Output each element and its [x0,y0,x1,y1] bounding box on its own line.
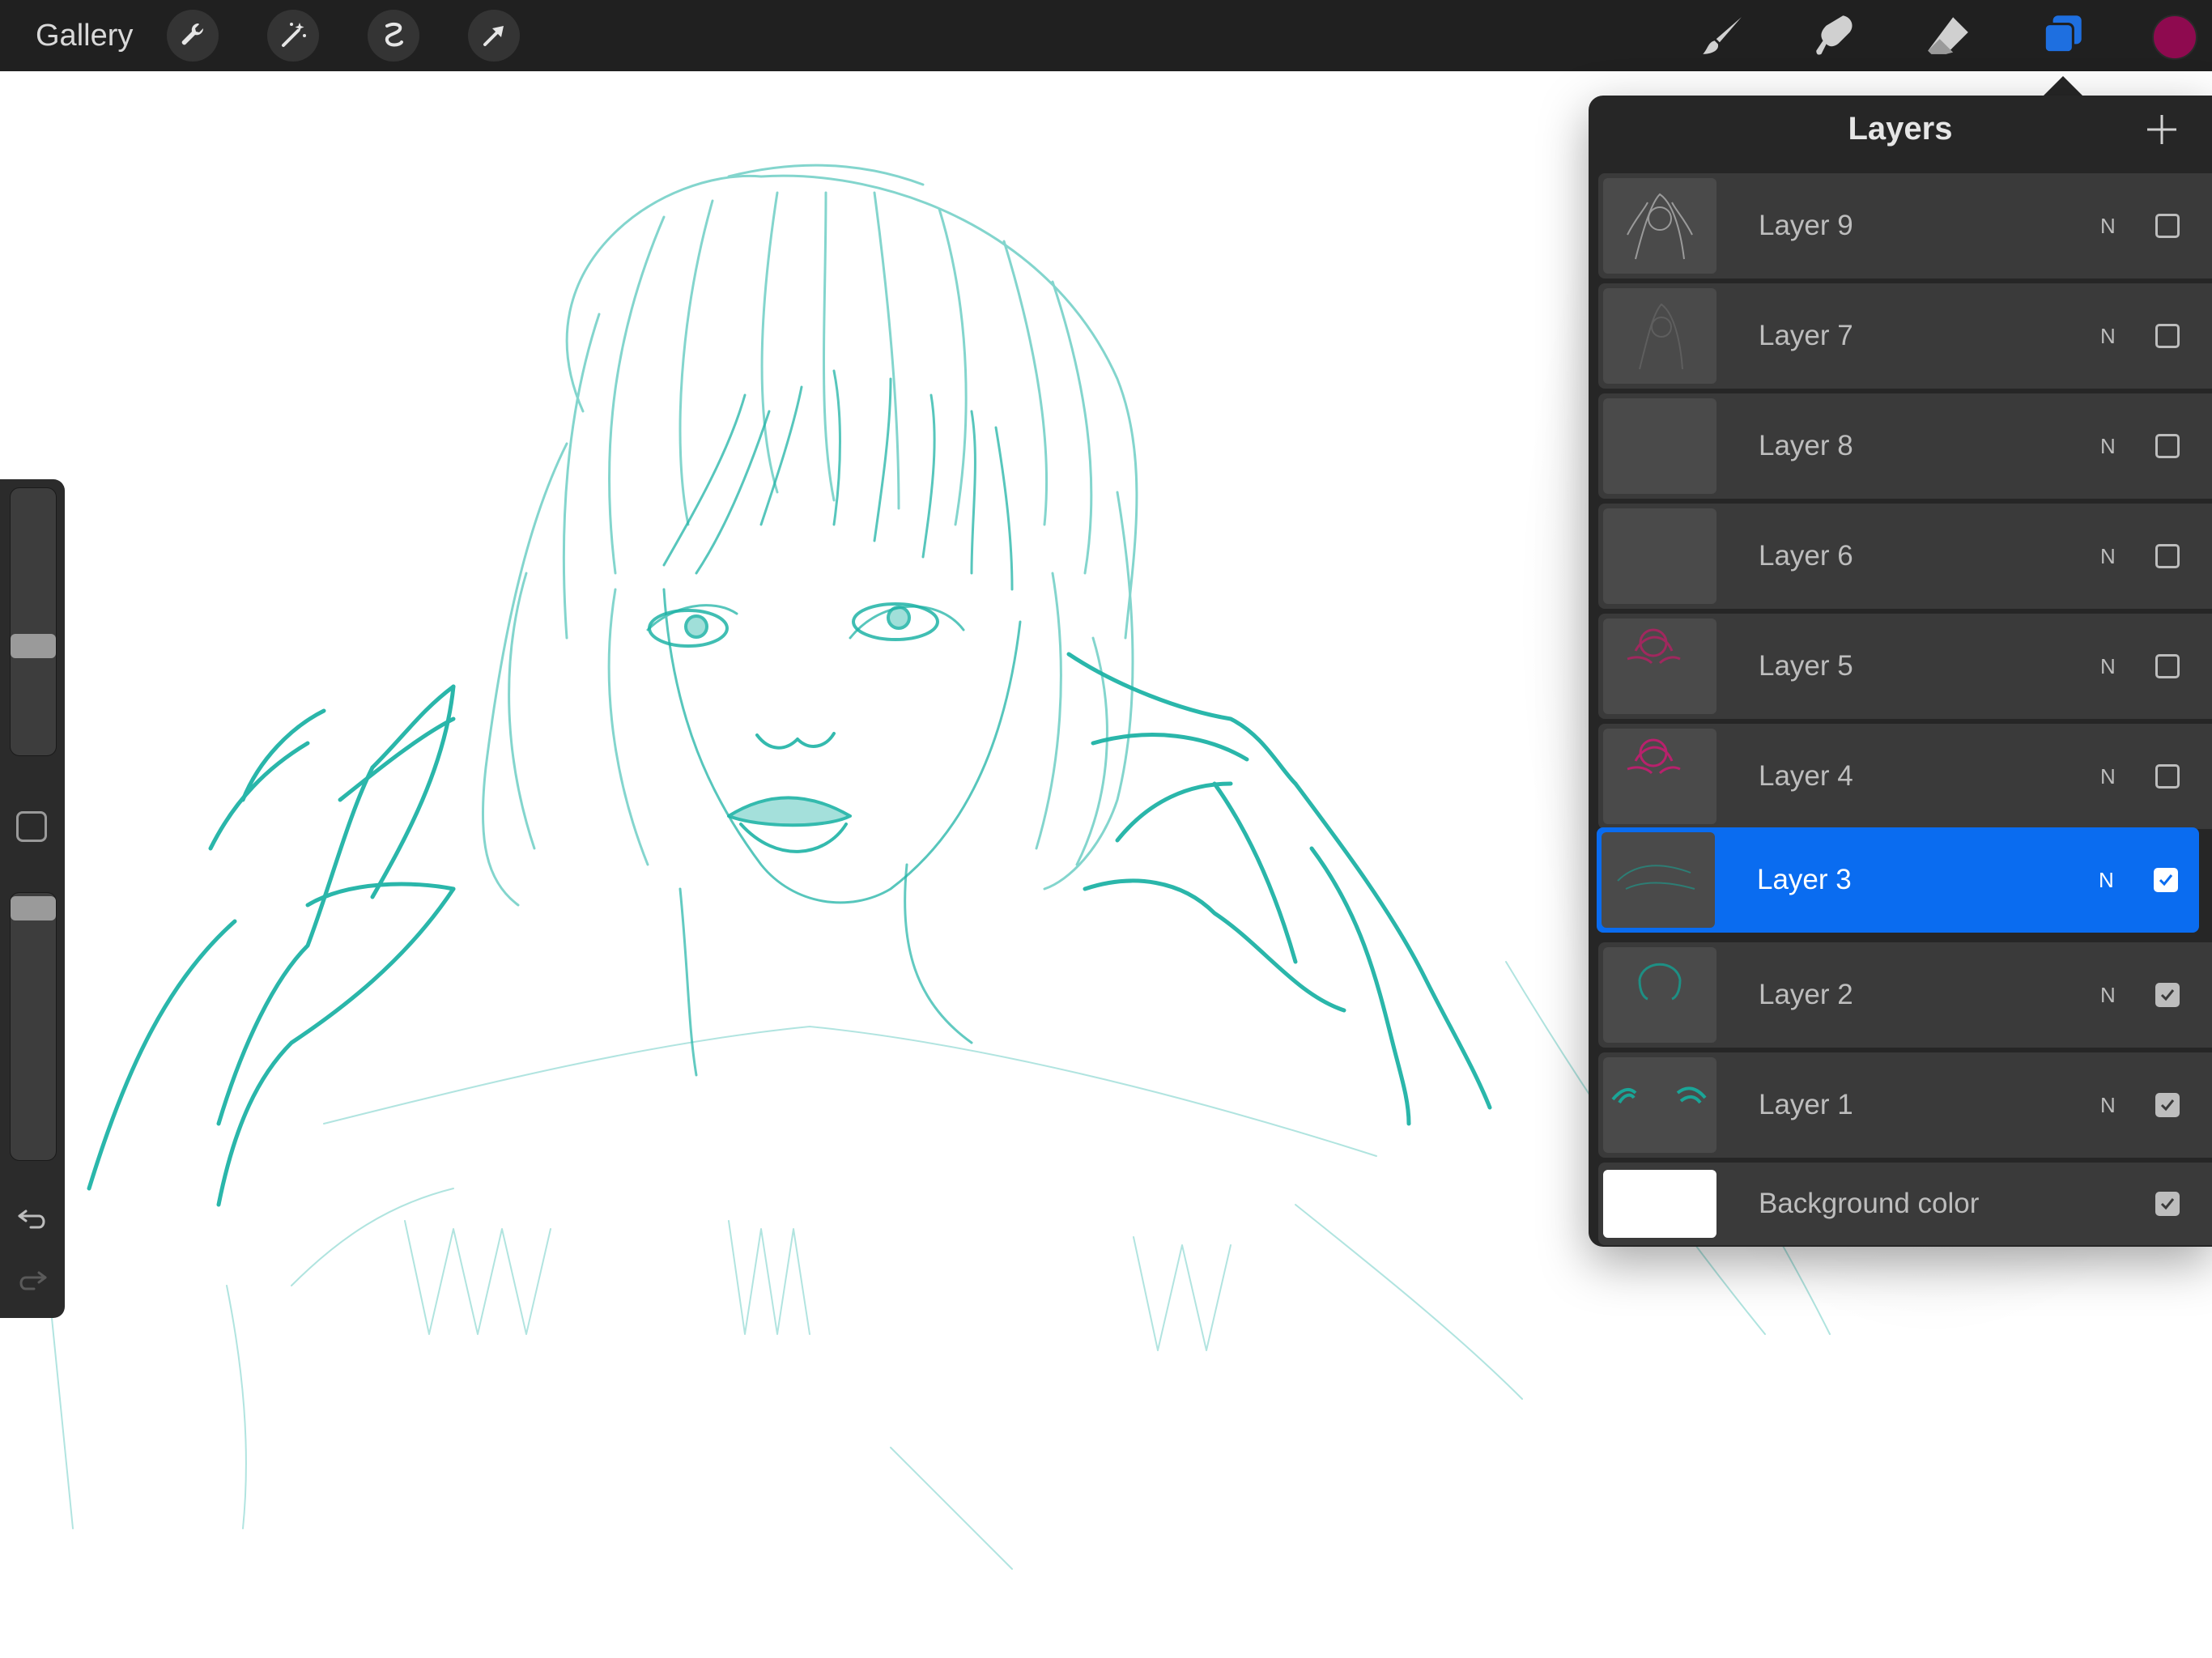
visibility-checkbox[interactable] [2155,764,2180,789]
brush-icon [1703,17,1742,54]
layer-row-selected[interactable]: Layer 3 N [1597,827,2199,933]
layer-name: Layer 4 [1759,760,1853,792]
opacity-slider[interactable] [10,892,57,1161]
layer-thumbnail [1603,729,1716,824]
actions-button[interactable] [167,10,219,62]
layer-thumbnail [1603,508,1716,604]
layers-panel: Layers Layer 9 N Layer 7 N Layer 8 N Lay… [1589,96,2212,1247]
layer-thumbnail [1603,1057,1716,1153]
plus-icon[interactable] [2146,113,2178,146]
layer-name: Layer 1 [1759,1089,1853,1120]
layer-thumbnail [1603,619,1716,714]
layer-row[interactable]: Layer 5 N [1598,614,2212,719]
visibility-checkbox[interactable] [2155,544,2180,568]
layer-name: Layer 8 [1759,430,1853,461]
brush-size-thumb[interactable] [11,634,56,658]
blend-mode-button[interactable]: N [2100,614,2116,719]
layer-name: Layer 5 [1759,650,1853,682]
layer-thumbnail [1603,947,1716,1043]
layer-name: Layer 3 [1757,864,1852,895]
selection-button[interactable] [368,10,419,62]
redo-icon[interactable] [15,1261,50,1297]
layer-name: Layer 9 [1759,210,1853,241]
layer-row[interactable]: Layer 2 N [1598,942,2212,1048]
background-color-swatch[interactable] [1603,1170,1716,1238]
blend-mode-button[interactable]: N [2100,504,2116,609]
smudge-icon [1816,15,1853,55]
layer-name: Background color [1759,1188,1980,1219]
erase-tool-button[interactable] [1921,8,1976,63]
visibility-checkbox[interactable] [2155,1192,2180,1216]
layer-name: Layer 2 [1759,979,1853,1010]
layer-row[interactable]: Layer 8 N [1598,393,2212,499]
layer-row[interactable]: Layer 9 N [1598,173,2212,278]
layer-thumbnail [1603,288,1716,384]
layers-tool-button[interactable] [2035,8,2091,63]
blend-mode-button[interactable]: N [2100,942,2116,1048]
blend-mode-button[interactable]: N [2100,173,2116,278]
color-picker-swatch[interactable] [2152,15,2197,60]
visibility-checkbox[interactable] [2154,868,2178,892]
eraser-icon [1928,17,1968,54]
layers-icon [2043,15,2082,54]
transform-button[interactable] [468,10,520,62]
modify-button[interactable] [16,811,47,842]
magic-wand-icon [282,23,306,47]
visibility-checkbox[interactable] [2155,1093,2180,1117]
layers-panel-title: Layers [1848,111,1953,147]
blend-mode-button[interactable]: N [2100,1052,2116,1158]
layer-thumbnail [1602,832,1715,928]
wrench-icon [181,23,204,45]
blend-mode-button[interactable]: N [2100,393,2116,499]
brush-size-slider[interactable] [10,487,57,756]
gallery-button[interactable]: Gallery [36,0,133,71]
layer-name: Layer 7 [1759,320,1853,351]
smudge-tool-button[interactable] [1807,8,1862,63]
visibility-checkbox[interactable] [2155,654,2180,678]
layer-row[interactable]: Layer 7 N [1598,283,2212,389]
layer-row[interactable]: Layer 1 N [1598,1052,2212,1158]
top-toolbar: Gallery [0,0,2212,71]
visibility-checkbox[interactable] [2155,214,2180,238]
left-sidebar [0,479,65,1318]
adjustments-button[interactable] [267,10,319,62]
transform-arrow-icon [483,26,504,46]
blend-mode-button[interactable]: N [2099,827,2114,933]
layer-row[interactable]: Layer 4 N [1598,724,2212,829]
undo-icon[interactable] [15,1200,50,1235]
blend-mode-button[interactable]: N [2100,724,2116,829]
layer-name: Layer 6 [1759,540,1853,572]
blend-mode-button[interactable]: N [2100,283,2116,389]
opacity-thumb[interactable] [11,896,56,920]
selection-icon [385,22,403,47]
background-color-row[interactable]: Background color [1598,1163,2212,1245]
paint-tool-button[interactable] [1695,8,1750,63]
visibility-checkbox[interactable] [2155,983,2180,1007]
visibility-checkbox[interactable] [2155,434,2180,458]
visibility-checkbox[interactable] [2155,324,2180,348]
layer-thumbnail [1603,398,1716,494]
layer-thumbnail [1603,178,1716,274]
panel-pointer [2042,76,2084,97]
layer-row[interactable]: Layer 6 N [1598,504,2212,609]
